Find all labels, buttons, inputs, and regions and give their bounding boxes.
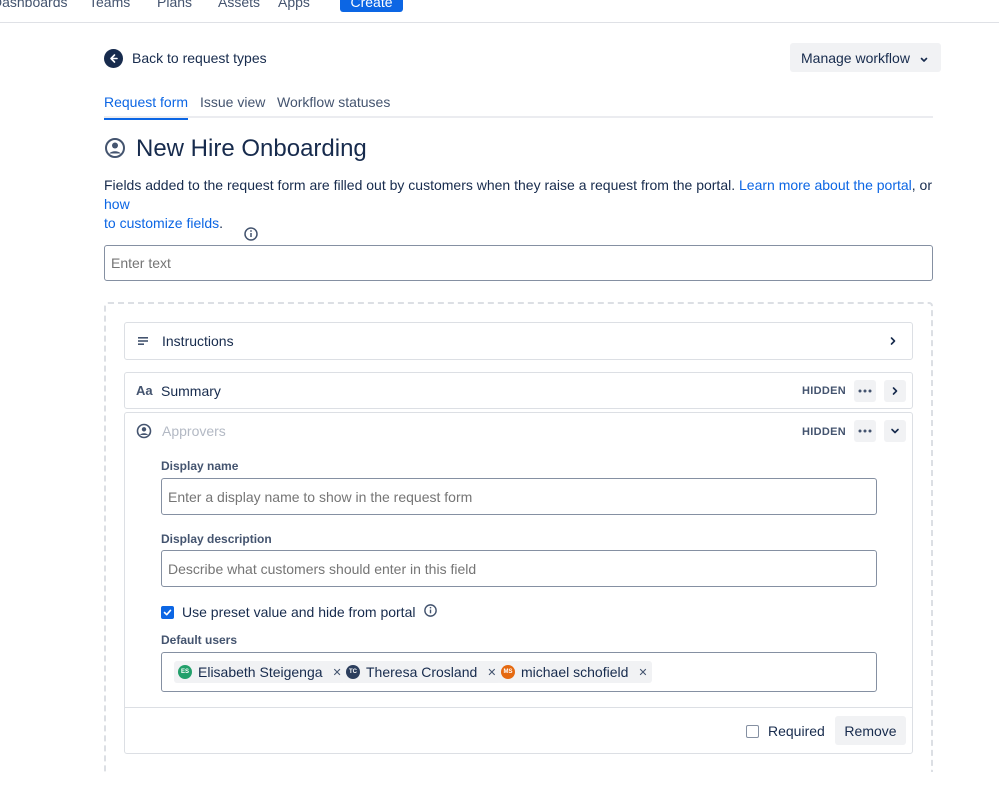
nav-item-dashboards[interactable]: Dashboards <box>0 0 68 10</box>
tab-bar: Request form Issue view Workflow statuse… <box>104 94 933 120</box>
page-description: Fields added to the request form are fil… <box>104 177 933 231</box>
avatar: ES <box>178 665 192 679</box>
back-label: Back to request types <box>132 50 267 66</box>
learn-more-link[interactable]: Learn more about the portal <box>739 177 912 193</box>
user-chip: MS michael schofield ✕ <box>497 661 652 683</box>
manage-workflow-label: Manage workflow <box>801 49 910 66</box>
nav-item-plans[interactable]: Plans <box>157 0 192 10</box>
page-header: New Hire Onboarding <box>104 132 367 166</box>
form-description-input[interactable] <box>104 245 933 281</box>
display-description-input[interactable] <box>161 550 877 587</box>
user-name: Elisabeth Steigenga <box>198 664 323 680</box>
hidden-badge: HIDDEN <box>802 426 846 438</box>
default-users-label: Default users <box>161 633 238 647</box>
info-icon[interactable] <box>243 226 259 245</box>
preset-value-option: Use preset value and hide from portal <box>161 603 438 621</box>
hidden-badge: HIDDEN <box>802 385 846 397</box>
nav-item-apps[interactable]: Apps <box>278 0 310 10</box>
field-instructions[interactable]: Instructions <box>124 322 913 360</box>
page-title: New Hire Onboarding <box>136 135 367 162</box>
preset-value-checkbox[interactable] <box>161 605 174 619</box>
back-to-request-types-link[interactable]: Back to request types <box>104 47 267 69</box>
preset-value-label: Use preset value and hide from portal <box>182 604 416 620</box>
field-label: Approvers <box>162 423 226 439</box>
chevron-down-icon[interactable] <box>884 420 906 442</box>
tab-request-form[interactable]: Request form <box>104 94 189 120</box>
user-circle-icon <box>136 423 152 442</box>
text-lines-icon <box>136 334 150 351</box>
remove-user-icon[interactable]: ✕ <box>329 666 342 679</box>
required-option: Required <box>746 723 825 739</box>
more-actions-icon[interactable] <box>854 420 876 442</box>
display-name-input[interactable] <box>161 478 877 515</box>
display-description-label: Display description <box>161 532 272 546</box>
arrow-left-circle-icon <box>104 48 123 68</box>
remove-user-icon[interactable]: ✕ <box>634 666 647 679</box>
text-format-icon: Aa <box>136 383 153 398</box>
request-type-icon <box>104 137 126 162</box>
chevron-down-icon <box>919 52 929 68</box>
nav-item-teams[interactable]: Teams <box>89 0 130 10</box>
user-name: Theresa Crosland <box>366 664 478 680</box>
default-users-picker[interactable]: ES Elisabeth Steigenga ✕ TC Theresa Cros… <box>161 652 877 692</box>
required-label: Required <box>768 723 825 739</box>
field-label: Instructions <box>162 333 234 349</box>
field-label: Summary <box>161 383 221 399</box>
avatar: TC <box>346 665 360 679</box>
more-actions-icon[interactable] <box>854 380 876 402</box>
required-checkbox[interactable] <box>746 724 759 738</box>
user-chip: ES Elisabeth Steigenga ✕ <box>174 661 346 683</box>
create-button[interactable]: Create <box>340 0 403 12</box>
tab-issue-view[interactable]: Issue view <box>200 94 265 118</box>
info-icon[interactable] <box>423 603 438 621</box>
top-navigation: Dashboards Teams Plans Assets Apps Creat… <box>0 0 999 23</box>
avatar: MS <box>501 665 515 679</box>
display-name-label: Display name <box>161 459 239 473</box>
remove-user-icon[interactable]: ✕ <box>483 666 496 679</box>
user-chip: TC Theresa Crosland ✕ <box>342 661 501 683</box>
chevron-right-icon[interactable] <box>884 380 906 402</box>
tab-workflow-statuses[interactable]: Workflow statuses <box>277 94 390 118</box>
manage-workflow-button[interactable]: Manage workflow <box>790 43 941 72</box>
remove-field-button[interactable]: Remove <box>835 716 906 745</box>
field-summary[interactable]: Aa Summary HIDDEN <box>124 372 913 409</box>
customize-fields-link[interactable]: how to customize fields <box>104 196 219 231</box>
user-name: michael schofield <box>521 664 629 680</box>
nav-item-assets[interactable]: Assets <box>218 0 260 10</box>
chevron-right-icon[interactable] <box>882 330 904 352</box>
